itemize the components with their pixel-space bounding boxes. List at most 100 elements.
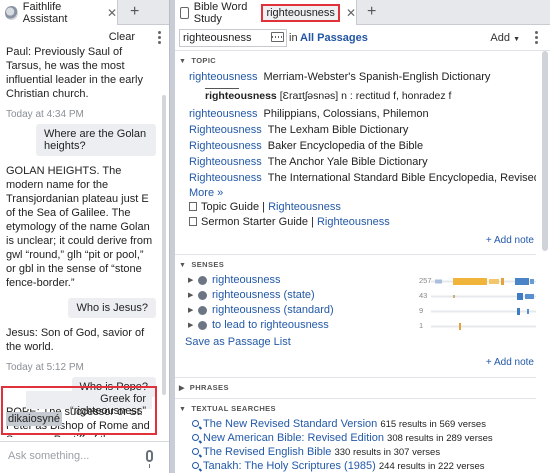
topic-source[interactable]: Philippians, Colossians, Philemon [264, 108, 429, 120]
sense-icon [198, 321, 207, 330]
keyboard-icon[interactable] [271, 32, 284, 42]
definition: righteousness [Ɛraɪtʃəsnəs] n : rectitud… [175, 89, 536, 103]
guide-icon [189, 202, 197, 211]
search-result-title[interactable]: Tanakh: The Holy Scriptures (1985) [203, 460, 376, 472]
collapse-caret-icon: ▼ [179, 58, 187, 65]
expand-caret-icon[interactable]: ▶ [188, 288, 193, 303]
chevron-down-icon: ▼ [513, 36, 520, 43]
search-result-title[interactable]: The New Revised Standard Version [203, 418, 377, 430]
scope-selector[interactable]: All Passages [300, 32, 368, 44]
microphone-icon[interactable] [146, 450, 153, 468]
guide-link[interactable]: Righteousness [317, 216, 390, 228]
timestamp: Today at 4:34 PM [6, 109, 84, 120]
content-scrollbar[interactable] [542, 51, 548, 251]
add-note-button[interactable]: + Add note [175, 356, 536, 370]
topic-link[interactable]: righteousness [189, 108, 258, 120]
topic-row: Righteousness The Anchor Yale Bible Dicti… [175, 154, 536, 170]
sense-count: 257 [419, 276, 432, 285]
textual-search-row[interactable]: Tanakh: The Holy Scriptures (1985) 244 r… [175, 459, 536, 473]
search-result-detail: 615 results in 569 verses [380, 419, 486, 430]
more-link[interactable]: More » [175, 186, 536, 200]
topic-source[interactable]: The Lexham Bible Dictionary [268, 124, 409, 136]
word-study-tabbar: Bible Word Study righteousness ✕ + [175, 0, 550, 25]
section-title: TEXTUAL SEARCHES [191, 404, 276, 413]
sense-sparkline [431, 308, 536, 315]
topic-row: righteousness Philippians, Colossians, Ph… [175, 106, 536, 122]
add-tab-button[interactable]: + [367, 3, 376, 21]
add-label: Add [490, 32, 510, 44]
more-options-icon[interactable] [158, 31, 161, 46]
textual-search-row[interactable]: The New Revised Standard Version 615 res… [175, 417, 536, 431]
collapse-caret-icon: ▼ [179, 262, 187, 269]
sense-label[interactable]: righteousness [212, 273, 281, 288]
sense-row[interactable]: ▶ righteousness (state) 43 [175, 288, 536, 303]
add-note-button[interactable]: + Add note [175, 234, 536, 248]
sense-count: 43 [419, 291, 428, 300]
topic-link[interactable]: righteousness [189, 71, 258, 83]
guide-name[interactable]: Sermon Starter Guide [201, 216, 308, 228]
topic-source[interactable]: Baker Encyclopedia of the Bible [268, 140, 423, 152]
guide-row: Sermon Starter Guide | Righteousness [175, 215, 536, 229]
add-tab-button[interactable]: + [130, 3, 139, 21]
tab-faithlife-assistant[interactable]: Faithlife Assistant ✕ [0, 0, 118, 25]
topic-link[interactable]: Righteousness [189, 156, 262, 168]
assistant-answer: Paul: Previously Saul of Tarsus, he was … [6, 47, 143, 100]
user-question: Where are the Golan heights? [36, 124, 156, 156]
search-result-title[interactable]: New American Bible: Revised Edition [203, 432, 384, 444]
expand-caret-icon[interactable]: ▶ [188, 318, 193, 333]
clear-button[interactable]: Clear [109, 31, 135, 43]
close-icon[interactable]: ✕ [346, 6, 356, 20]
topic-source[interactable]: The Anchor Yale Bible Dictionary [268, 156, 428, 168]
guide-link[interactable]: Righteousness [268, 201, 341, 213]
sense-row[interactable]: ▶ righteousness (standard) 9 [175, 303, 536, 318]
sense-label[interactable]: righteousness (standard) [212, 303, 334, 318]
sense-label[interactable]: righteousness (state) [212, 288, 315, 303]
topic-source[interactable]: The International Standard Bible Encyclo… [268, 172, 536, 184]
sense-row[interactable]: ▶ righteousness 257 [175, 273, 536, 288]
topic-link[interactable]: Righteousness [189, 124, 262, 136]
guide-separator: | [308, 216, 317, 228]
sense-row[interactable]: ▶ to lead to righteousness 1 [175, 318, 536, 333]
sense-sparkline [431, 278, 536, 285]
section-title: PHRASES [189, 383, 229, 392]
add-menu-button[interactable]: Add ▼ [490, 32, 520, 44]
in-label: in [289, 32, 298, 44]
topic-link[interactable]: Righteousness [189, 140, 262, 152]
textual-search-row[interactable]: The Revised English Bible 330 results in… [175, 445, 536, 459]
guide-icon [189, 217, 197, 226]
expand-caret-icon[interactable]: ▶ [188, 273, 193, 288]
tab-reference[interactable]: righteousness [261, 3, 340, 22]
section-header-senses[interactable]: ▼ SENSES [175, 255, 536, 273]
search-icon [192, 462, 199, 469]
expand-caret-icon[interactable]: ▶ [188, 303, 193, 318]
search-result-title[interactable]: The Revised English Bible [203, 446, 331, 458]
section-header-topic[interactable]: ▼ TOPIC [175, 51, 536, 69]
chat-scrollbar[interactable] [162, 95, 166, 395]
guide-name[interactable]: Topic Guide [201, 201, 259, 213]
definition-pronunciation: [Ɛraɪtʃəsnəs] [279, 90, 339, 102]
sense-label[interactable]: to lead to righteousness [212, 318, 329, 333]
ask-placeholder: Ask something... [8, 450, 90, 462]
expand-caret-icon: ▶ [179, 385, 185, 392]
assistant-answer-selected[interactable]: dikaiosyné [6, 412, 62, 426]
word-study-pane: Bible Word Study righteousness ✕ + in Al… [175, 0, 550, 473]
topic-source[interactable]: Merriam-Webster's Spanish-English Dictio… [264, 71, 491, 83]
section-header-textual-searches[interactable]: ▼ TEXTUAL SEARCHES [175, 399, 536, 417]
close-icon[interactable]: ✕ [107, 6, 117, 20]
textual-search-row[interactable]: New American Bible: Revised Edition 308 … [175, 431, 536, 445]
definition-text: n : rectitud f, honradez f [338, 90, 452, 102]
more-options-icon[interactable] [535, 31, 538, 46]
section-header-phrases[interactable]: ▶ PHRASES [175, 378, 536, 396]
ask-input[interactable]: Ask something... [0, 441, 169, 473]
assistant-icon [5, 5, 18, 20]
save-as-passage-list-link[interactable]: Save as Passage List [175, 335, 536, 350]
topic-link[interactable]: Righteousness [189, 172, 262, 184]
section-title: TOPIC [191, 56, 217, 65]
sense-icon [198, 291, 207, 300]
search-result-detail: 330 results in 307 verses [334, 447, 441, 458]
assistant-pane: Faithlife Assistant ✕ + Clear Paul: Prev… [0, 0, 170, 473]
guide-row: Topic Guide | Righteousness [175, 200, 536, 214]
word-study-tab-title: Bible Word Study [193, 0, 248, 25]
tab-bible-word-study[interactable]: Bible Word Study righteousness ✕ [175, 0, 357, 25]
assistant-answer: Jesus: Son of God, savior of the world. [6, 327, 145, 353]
